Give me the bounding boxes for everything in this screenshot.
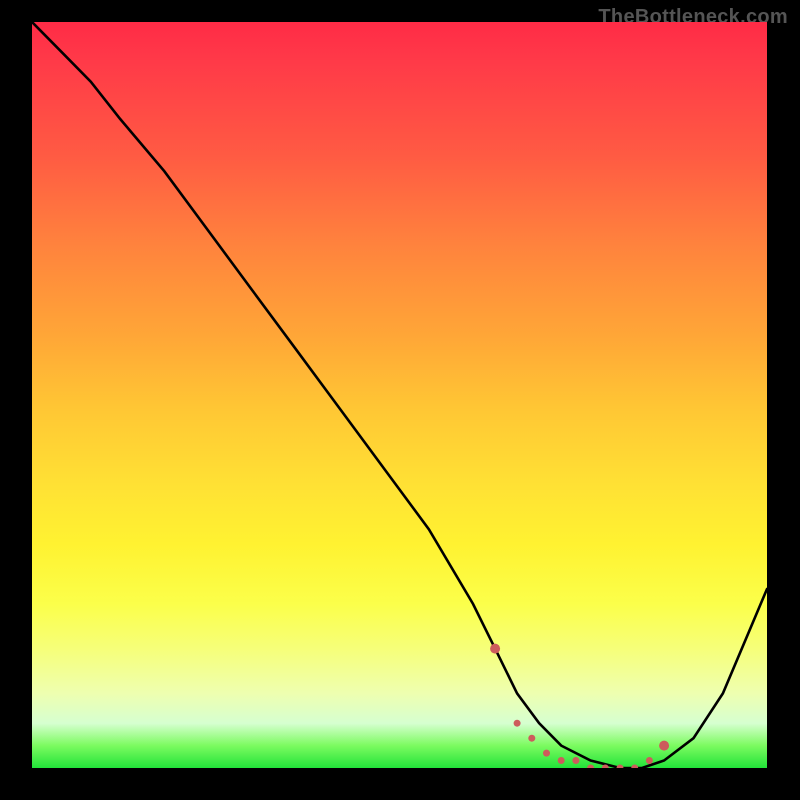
- marker-dot: [631, 765, 638, 769]
- bottleneck-curve: [32, 22, 767, 768]
- marker-dot: [602, 765, 609, 769]
- bottleneck-curve-svg: [32, 22, 767, 768]
- marker-dot: [646, 757, 653, 764]
- marker-dot: [572, 757, 579, 764]
- gradient-plot-area: [32, 22, 767, 768]
- marker-dot: [587, 765, 594, 769]
- marker-dot: [514, 720, 521, 727]
- bottom-dots: [490, 644, 669, 768]
- marker-dot: [558, 757, 565, 764]
- marker-dot: [528, 735, 535, 742]
- chart-container: TheBottleneck.com: [0, 0, 800, 800]
- marker-dot: [617, 765, 624, 769]
- marker-dot: [659, 741, 669, 751]
- marker-dot: [490, 644, 500, 654]
- marker-dot: [543, 750, 550, 757]
